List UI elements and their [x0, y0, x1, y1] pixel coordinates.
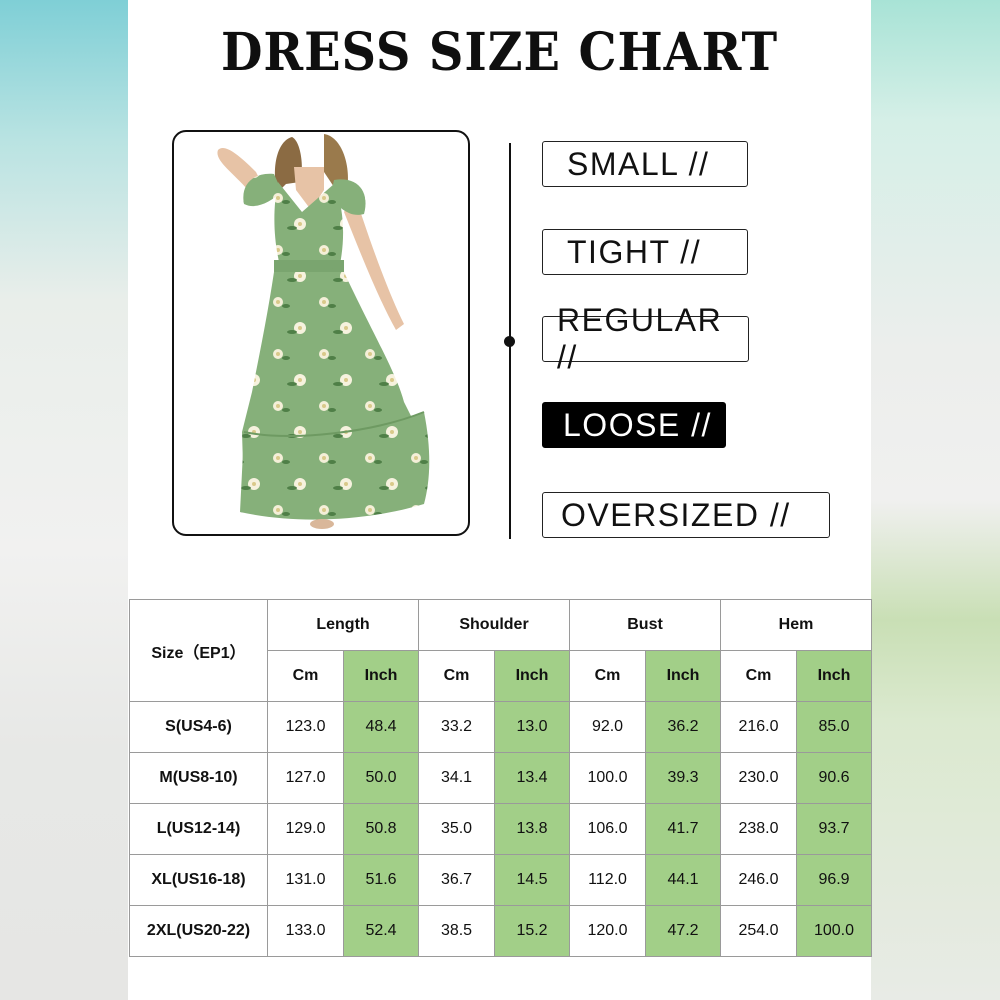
inch-value-cell: 13.4	[494, 752, 571, 804]
background-right	[870, 0, 1000, 1000]
inch-value-cell: 41.7	[645, 803, 722, 855]
unit-header-cm: Cm	[267, 650, 344, 702]
inch-value-cell: 50.8	[342, 803, 420, 855]
cm-value-cell: 133.0	[267, 905, 344, 957]
inch-value-cell: 50.0	[342, 752, 420, 804]
fit-option-small: SMALL //	[542, 141, 748, 187]
size-label-cell: L(US12-14)	[129, 803, 268, 855]
inch-value-cell: 90.6	[796, 752, 873, 804]
inch-value-cell: 47.2	[645, 905, 722, 957]
inch-value-cell: 51.6	[342, 854, 420, 906]
size-column-header: Size（EP1）	[129, 599, 268, 702]
cm-value-cell: 35.0	[418, 803, 496, 855]
inch-value-cell: 13.0	[494, 701, 571, 753]
cm-value-cell: 34.1	[418, 752, 496, 804]
size-label-cell: M(US8-10)	[129, 752, 268, 804]
inch-value-cell: 15.2	[494, 905, 571, 957]
cm-value-cell: 92.0	[569, 701, 647, 753]
cm-value-cell: 112.0	[569, 854, 647, 906]
table-header-row: Size（EP1） Length Shoulder Bust Hem	[129, 599, 873, 702]
inch-value-cell: 85.0	[796, 701, 873, 753]
table-row: 2XL(US20-22) 133.0 52.4 38.5 15.2 120.0 47.2 25…	[129, 905, 873, 957]
table-row: M(US8-10) 127.0 50.0 34.1 13.4 100.0 39.3 230.0…	[129, 752, 873, 804]
fit-option-oversized: OVERSIZED //	[542, 492, 830, 538]
background-left	[0, 0, 130, 1000]
inch-value-cell: 44.1	[645, 854, 722, 906]
hem-header: Hem	[720, 599, 873, 651]
table-row: XL(US16-18) 131.0 51.6 36.7 14.5 112.0 44.1 246…	[129, 854, 873, 906]
fit-scale-marker	[504, 336, 515, 347]
unit-header-inch: Inch	[494, 650, 571, 702]
inch-value-cell: 96.9	[796, 854, 873, 906]
unit-header-inch: Inch	[342, 650, 420, 702]
cm-value-cell: 254.0	[720, 905, 798, 957]
cm-value-cell: 127.0	[267, 752, 344, 804]
inch-value-cell: 100.0	[796, 905, 873, 957]
cm-value-cell: 100.0	[569, 752, 647, 804]
cm-value-cell: 131.0	[267, 854, 344, 906]
unit-header-cm: Cm	[418, 650, 496, 702]
cm-value-cell: 38.5	[418, 905, 496, 957]
size-table: Size（EP1） Length Shoulder Bust Hem Cm In…	[129, 599, 873, 957]
inch-value-cell: 13.8	[494, 803, 571, 855]
inch-value-cell: 52.4	[342, 905, 420, 957]
cm-value-cell: 230.0	[720, 752, 798, 804]
length-header: Length	[266, 599, 420, 651]
cm-value-cell: 129.0	[267, 803, 344, 855]
cm-value-cell: 246.0	[720, 854, 798, 906]
unit-header-cm: Cm	[720, 650, 798, 702]
cm-value-cell: 238.0	[720, 803, 798, 855]
fit-option-tight: TIGHT //	[542, 229, 748, 275]
cm-value-cell: 106.0	[569, 803, 647, 855]
unit-header-cm: Cm	[569, 650, 647, 702]
page-title: DRESS SIZE CHART	[220, 22, 779, 83]
inch-value-cell: 14.5	[494, 854, 571, 906]
table-row: L(US12-14) 129.0 50.8 35.0 13.8 106.0 41.7 238.…	[129, 803, 873, 855]
shoulder-header: Shoulder	[418, 599, 571, 651]
cm-value-cell: 36.7	[418, 854, 496, 906]
cm-value-cell: 120.0	[569, 905, 647, 957]
size-label-cell: S(US4-6)	[129, 701, 268, 753]
inch-value-cell: 48.4	[342, 701, 420, 753]
unit-header-inch: Inch	[796, 650, 873, 702]
fit-option-loose-selected: LOOSE //	[542, 402, 726, 448]
size-label-cell: XL(US16-18)	[129, 854, 268, 906]
size-chart-card: DRESS SIZE CHART SMALL // TIGHT // REGUL…	[128, 0, 873, 1000]
cm-value-cell: 123.0	[267, 701, 344, 753]
bust-header: Bust	[569, 599, 722, 651]
table-row: S(US4-6) 123.0 48.4 33.2 13.0 92.0 36.2 216.0 85…	[129, 701, 873, 753]
inch-value-cell: 39.3	[645, 752, 722, 804]
fit-option-regular: REGULAR //	[542, 302, 749, 375]
table-body: S(US4-6) 123.0 48.4 33.2 13.0 92.0 36.2 216.0 85…	[129, 701, 873, 957]
cm-value-cell: 216.0	[720, 701, 798, 753]
unit-header-inch: Inch	[645, 650, 722, 702]
inch-value-cell: 36.2	[645, 701, 722, 753]
cm-value-cell: 33.2	[418, 701, 496, 753]
size-label-cell: 2XL(US20-22)	[129, 905, 268, 957]
product-photo	[172, 130, 470, 536]
inch-value-cell: 93.7	[796, 803, 873, 855]
dress-model-illustration	[217, 134, 430, 529]
